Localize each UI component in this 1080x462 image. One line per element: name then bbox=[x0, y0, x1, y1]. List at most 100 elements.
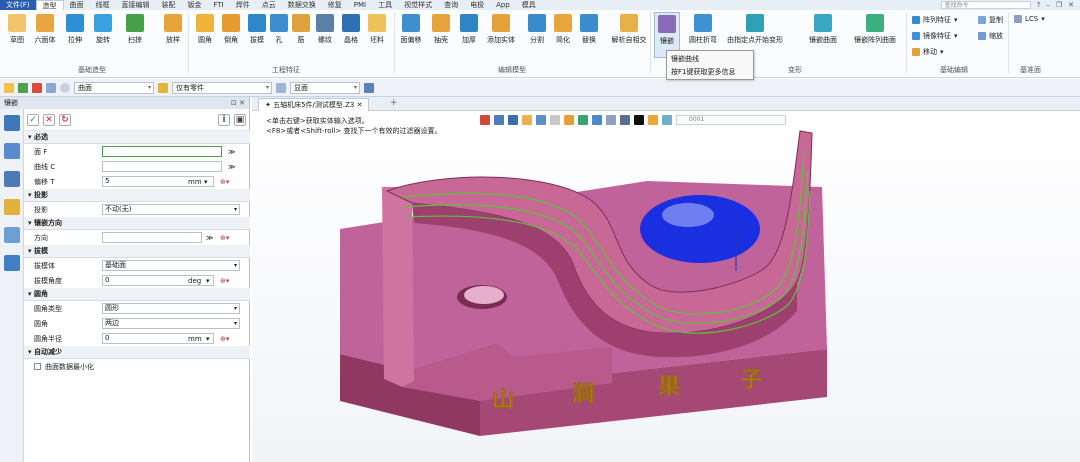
command-search-input[interactable]: 查找命令 bbox=[940, 1, 1031, 9]
lcs-button[interactable]: LCS ▾ bbox=[1014, 15, 1045, 23]
projection-select[interactable]: 不动(无) bbox=[102, 204, 240, 215]
minimize-data-row[interactable]: 曲面数据最小化 bbox=[24, 359, 250, 374]
menu-item[interactable]: 电极 bbox=[464, 0, 490, 11]
face-input[interactable] bbox=[102, 146, 222, 157]
chamfer-button[interactable]: 倒角 bbox=[218, 12, 244, 58]
section-required[interactable]: ▾ 必选 bbox=[24, 131, 250, 144]
move-button[interactable]: 移动 ▾ bbox=[912, 47, 944, 57]
copy-button[interactable]: 复制 bbox=[978, 15, 1003, 25]
draft-angle-option-icon[interactable]: ⊕▾ bbox=[220, 277, 229, 285]
minimize-icon[interactable]: – bbox=[1046, 1, 1050, 9]
fillet-type-select[interactable]: 圆形 bbox=[102, 303, 240, 314]
pick-icon[interactable] bbox=[364, 82, 374, 93]
direction-option-icon[interactable]: ⊕▾ bbox=[220, 234, 229, 242]
face-offset-button[interactable]: 面偏移 bbox=[398, 12, 424, 58]
menu-item[interactable]: 装配 bbox=[156, 0, 182, 11]
minimize-data-checkbox[interactable] bbox=[34, 363, 41, 370]
menu-item[interactable]: 曲面 bbox=[64, 0, 90, 11]
menu-item[interactable]: 模具 bbox=[516, 0, 542, 11]
section-projection[interactable]: ▾ 投影 bbox=[24, 189, 250, 202]
filter-select[interactable]: 曲面 bbox=[74, 81, 154, 94]
restore-icon[interactable]: ❐ bbox=[1056, 1, 1062, 9]
add-solid-button[interactable]: 添加实体 bbox=[487, 12, 515, 58]
mirror-feature-button[interactable]: 镜像特征 ▾ bbox=[912, 31, 958, 41]
section-fillet[interactable]: ▾ 圆角 bbox=[24, 288, 250, 301]
loft-button[interactable]: 放样 bbox=[160, 12, 186, 58]
menu-item[interactable]: 焊件 bbox=[230, 0, 256, 11]
fillet-select[interactable]: 两边 bbox=[102, 318, 240, 329]
stock-button[interactable]: 坯料 bbox=[364, 12, 390, 58]
select-arrow-icon[interactable] bbox=[4, 82, 14, 93]
resolve-self-intersect-button[interactable]: 解析自相交 bbox=[612, 12, 647, 58]
menu-item[interactable]: PMI bbox=[348, 0, 372, 11]
sketch-button[interactable]: 草图 bbox=[4, 12, 30, 58]
draft-angle-arrow-icon[interactable]: ▾ bbox=[206, 277, 210, 285]
fillet-radius-arrow-icon[interactable]: ▾ bbox=[206, 335, 210, 343]
section-draft[interactable]: ▾ 拔模 bbox=[24, 245, 250, 258]
remove-icon[interactable] bbox=[32, 82, 42, 93]
help-icon[interactable]: ? bbox=[1037, 1, 1041, 9]
direction-more-icon[interactable]: ≫ bbox=[206, 234, 213, 242]
panel-close-icon[interactable]: ⊡ ✕ bbox=[231, 97, 245, 109]
info-icon[interactable]: i bbox=[218, 113, 230, 126]
menu-item[interactable]: 修复 bbox=[322, 0, 348, 11]
thicken-button[interactable]: 加厚 bbox=[456, 12, 482, 58]
direction-input[interactable] bbox=[102, 232, 202, 243]
menu-item[interactable]: 点云 bbox=[256, 0, 282, 11]
menu-item[interactable]: 查询 bbox=[438, 0, 464, 11]
ok-icon[interactable]: ✓ bbox=[27, 113, 39, 126]
curve-input[interactable] bbox=[102, 161, 222, 172]
circle-select-icon[interactable] bbox=[60, 82, 70, 93]
lattice-button[interactable]: 晶格 bbox=[338, 12, 364, 58]
menu-file[interactable]: 文件(F) bbox=[0, 0, 36, 10]
emboss-array-surface-button[interactable]: 镶嵌阵列曲面 bbox=[854, 12, 896, 58]
sweep-button[interactable]: 扫掠 bbox=[122, 12, 148, 58]
user-tab-icon[interactable] bbox=[4, 255, 20, 271]
face-more-icon[interactable]: ≫ bbox=[228, 148, 235, 156]
filter-icon[interactable] bbox=[158, 82, 168, 93]
offset-option-icon[interactable]: ⊕▾ bbox=[220, 178, 229, 186]
feature-tab-icon[interactable] bbox=[4, 115, 20, 131]
menu-item[interactable]: 钣金 bbox=[182, 0, 208, 11]
emboss-surface-button[interactable]: 镶嵌曲面 bbox=[809, 12, 837, 58]
simplify-button[interactable]: 简化 bbox=[550, 12, 576, 58]
mold-model[interactable]: Z 山 涧 果 子 bbox=[252, 111, 1080, 462]
add-icon[interactable] bbox=[18, 82, 28, 93]
add-tab-icon[interactable]: + bbox=[390, 98, 398, 108]
close-icon[interactable]: ✕ bbox=[1068, 1, 1074, 9]
cancel-icon[interactable]: ✕ bbox=[43, 113, 55, 126]
scale-button[interactable]: 缩放 bbox=[978, 31, 1003, 41]
offset-arrow-icon[interactable]: ▾ bbox=[204, 178, 208, 186]
view-tab-icon[interactable] bbox=[4, 227, 20, 243]
box-button[interactable]: 六面体 bbox=[32, 12, 58, 58]
document-tab[interactable]: ✦ 五轴机床5件/测试模型.Z3 ✕ bbox=[258, 98, 370, 111]
display-select[interactable]: 显面 bbox=[290, 81, 360, 94]
scope-select[interactable]: 仅有零件 bbox=[172, 81, 272, 94]
menu-item[interactable]: 工具 bbox=[372, 0, 398, 11]
split-button[interactable]: 分割 bbox=[524, 12, 550, 58]
fillet-radius-option-icon[interactable]: ⊕▾ bbox=[220, 335, 229, 343]
section-auto-reduce[interactable]: ▾ 自动减少 bbox=[24, 346, 250, 359]
menu-item[interactable]: 数据交换 bbox=[282, 0, 322, 11]
menu-item[interactable]: 视觉样式 bbox=[398, 0, 438, 11]
fillet-button[interactable]: 圆角 bbox=[192, 12, 218, 58]
draft-body-select[interactable]: 基础面 bbox=[102, 260, 240, 271]
part-tab-icon[interactable] bbox=[4, 199, 20, 215]
apply-icon[interactable]: ↻ bbox=[59, 113, 71, 126]
extrude-button[interactable]: 拉伸 bbox=[62, 12, 88, 58]
menu-item[interactable]: 线框 bbox=[90, 0, 116, 11]
section-direction[interactable]: ▾ 镶嵌方向 bbox=[24, 217, 250, 230]
pin-icon[interactable]: ▣ bbox=[234, 113, 246, 126]
menu-item[interactable]: 造型 bbox=[35, 0, 64, 11]
box-select-icon[interactable] bbox=[46, 82, 56, 93]
menu-item[interactable]: App bbox=[490, 0, 516, 11]
menu-item[interactable]: 直接编辑 bbox=[116, 0, 156, 11]
assembly-tab-icon[interactable] bbox=[4, 171, 20, 187]
3d-viewport[interactable]: <单击右键>获取实体输入选项。 <F8>或者<Shift-roll> 查找下一个… bbox=[252, 111, 1080, 462]
rib-button[interactable]: 筋 bbox=[288, 12, 314, 58]
shell-button[interactable]: 抽壳 bbox=[428, 12, 454, 58]
thread-button[interactable]: 螺纹 bbox=[312, 12, 338, 58]
pattern-feature-button[interactable]: 阵列特征 ▾ bbox=[912, 15, 958, 25]
view-icon[interactable] bbox=[276, 82, 286, 93]
history-tab-icon[interactable] bbox=[4, 143, 20, 159]
